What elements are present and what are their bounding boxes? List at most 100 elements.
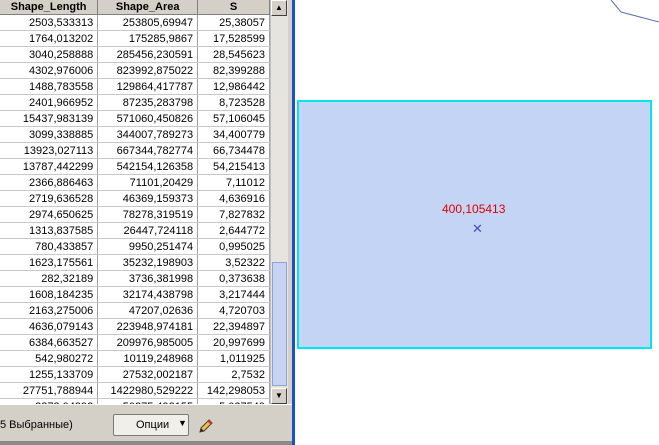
- window-bottom-edge: [0, 441, 292, 445]
- cell-shape-length: 2503,533313: [0, 14, 99, 31]
- cell-s: 7,11012: [197, 174, 270, 191]
- table-row[interactable]: 1608,184235 32174,438798 3,217444: [0, 286, 270, 303]
- table-row[interactable]: 282,32189 3736,381998 0,373638: [0, 270, 270, 287]
- arrow-up-icon[interactable]: ▲: [271, 0, 287, 16]
- table-row[interactable]: 1255,133709 27532,002187 2,7532: [0, 366, 270, 383]
- cross-icon: ✕: [472, 221, 483, 236]
- table-row[interactable]: 2163,275006 47207,02636 4,720703: [0, 302, 270, 319]
- cell-s: 28,545623: [197, 46, 270, 63]
- table-row[interactable]: 3040,258888 285456,230591 28,545623: [0, 46, 270, 63]
- cell-s: 142,298053: [197, 382, 270, 399]
- cell-shape-area: 71101,20429: [97, 174, 199, 191]
- attribute-grid: Shape_Length Shape_Area S 2503,533313 253…: [0, 0, 270, 404]
- column-header-shape-area[interactable]: Shape_Area: [97, 0, 199, 15]
- cell-shape-area: 285456,230591: [97, 46, 199, 63]
- cell-shape-area: 209976,985005: [97, 334, 199, 351]
- cell-s: 22,394897: [197, 318, 270, 335]
- cell-shape-area: 46369,159373: [97, 190, 199, 207]
- table-row[interactable]: 13787,442299 542154,126358 54,215413: [0, 158, 270, 175]
- selection-status: 5 Выбранные): [0, 419, 73, 431]
- cell-shape-area: 1422980,529222: [97, 382, 199, 399]
- table-row[interactable]: 2974,650625 78278,319519 7,827832: [0, 206, 270, 223]
- cell-s: 4,636916: [197, 190, 270, 207]
- cell-shape-length: 6384,663527: [0, 334, 99, 351]
- table-row[interactable]: 2401,966952 87235,283798 8,723528: [0, 94, 270, 111]
- table-row[interactable]: 1488,783558 129864,417787 12,986442: [0, 78, 270, 95]
- cell-shape-length: 2719,636528: [0, 190, 99, 207]
- table-row[interactable]: 13923,027113 667344,782774 66,734478: [0, 142, 270, 159]
- cell-shape-area: 542154,126358: [97, 158, 199, 175]
- cell-shape-area: 3736,381998: [97, 270, 199, 287]
- cell-shape-length: 2366,886463: [0, 174, 99, 191]
- cell-s: 8,723528: [197, 94, 270, 111]
- cell-shape-length: 282,32189: [0, 270, 99, 287]
- polygon-label: 400,105413: [442, 202, 506, 216]
- cell-shape-length: 1313,837585: [0, 222, 99, 239]
- column-header-s[interactable]: S: [197, 0, 270, 15]
- cell-shape-area: 344007,789273: [97, 126, 199, 143]
- cell-shape-length: 3040,258888: [0, 46, 99, 63]
- cell-shape-area: 667344,782774: [97, 142, 199, 159]
- table-row[interactable]: 2503,533313 253805,69947 25,38057: [0, 14, 270, 31]
- cell-shape-area: 10119,248968: [97, 350, 199, 367]
- cell-s: 2,644772: [197, 222, 270, 239]
- cell-shape-area: 253805,69947: [97, 14, 199, 31]
- table-row[interactable]: 27751,788944 1422980,529222 142,298053: [0, 382, 270, 399]
- cell-shape-area: 47207,02636: [97, 302, 199, 319]
- pencil-icon[interactable]: [198, 418, 214, 434]
- table-row[interactable]: 2719,636528 46369,159373 4,636916: [0, 190, 270, 207]
- cell-s: 12,986442: [197, 78, 270, 95]
- header-row: Shape_Length Shape_Area S: [0, 0, 270, 15]
- cell-s: 34,400779: [197, 126, 270, 143]
- vertical-scrollbar[interactable]: ▲ ▼: [270, 0, 288, 404]
- cell-s: 54,215413: [197, 158, 270, 175]
- options-button[interactable]: Опции ▼: [113, 414, 189, 436]
- column-header-shape-length[interactable]: Shape_Length: [0, 0, 99, 15]
- cell-shape-area: 823992,875022: [97, 62, 199, 79]
- cell-shape-length: 13787,442299: [0, 158, 99, 175]
- cell-shape-area: 27532,002187: [97, 366, 199, 383]
- scroll-thumb[interactable]: [272, 262, 287, 386]
- cell-shape-area: 78278,319519: [97, 206, 199, 223]
- cell-s: 82,399288: [197, 62, 270, 79]
- cell-shape-area: 87235,283798: [97, 94, 199, 111]
- cell-shape-length: 1764,013202: [0, 30, 99, 47]
- table-row[interactable]: 1313,837585 26447,724118 2,644772: [0, 222, 270, 239]
- table-row[interactable]: 2366,886463 71101,20429 7,11012: [0, 174, 270, 191]
- chevron-down-icon: ▼: [178, 418, 187, 428]
- cell-s: 0,995025: [197, 238, 270, 255]
- table-row[interactable]: 1764,013202 175285,9867 17,528599: [0, 30, 270, 47]
- table-row[interactable]: 780,433857 9950,251474 0,995025: [0, 238, 270, 255]
- cell-s: 25,38057: [197, 14, 270, 31]
- map-view[interactable]: 400,105413 ✕: [295, 0, 659, 445]
- cell-shape-length: 13923,027113: [0, 142, 99, 159]
- table-row[interactable]: 1623,175561 35232,198903 3,52322: [0, 254, 270, 271]
- arrow-down-icon[interactable]: ▼: [271, 388, 287, 404]
- cell-shape-length: 2401,966952: [0, 94, 99, 111]
- cell-shape-area: 32174,438798: [97, 286, 199, 303]
- table-row[interactable]: 6384,663527 209976,985005 20,997699: [0, 334, 270, 351]
- table-row[interactable]: 4636,079143 223948,974181 22,394897: [0, 318, 270, 335]
- table-row[interactable]: 4302,976006 823992,875022 82,399288: [0, 62, 270, 79]
- attribute-table-window: Shape_Length Shape_Area S 2503,533313 253…: [0, 0, 292, 445]
- cell-shape-length: 1608,184235: [0, 286, 99, 303]
- cell-s: 3,52322: [197, 254, 270, 271]
- selected-polygon[interactable]: 400,105413 ✕: [297, 100, 652, 349]
- cell-shape-area: 129864,417787: [97, 78, 199, 95]
- cell-shape-length: 4302,976006: [0, 62, 99, 79]
- cell-shape-length: 3099,338885: [0, 126, 99, 143]
- cell-shape-length: 27751,788944: [0, 382, 99, 399]
- cell-s: 1,011925: [197, 350, 270, 367]
- table-row[interactable]: 542,980272 10119,248968 1,011925: [0, 350, 270, 367]
- options-button-label: Опции: [136, 419, 170, 431]
- cell-shape-length: 1255,133709: [0, 366, 99, 383]
- cell-s: 3,217444: [197, 286, 270, 303]
- table-row[interactable]: 15437,983139 571060,450826 57,106045: [0, 110, 270, 127]
- cell-shape-length: 2163,275006: [0, 302, 99, 319]
- cell-s: 4,720703: [197, 302, 270, 319]
- cell-s: 7,827832: [197, 206, 270, 223]
- cell-s: 17,528599: [197, 30, 270, 47]
- cell-shape-area: 571060,450826: [97, 110, 199, 127]
- table-row[interactable]: 3099,338885 344007,789273 34,400779: [0, 126, 270, 143]
- cell-shape-area: 9950,251474: [97, 238, 199, 255]
